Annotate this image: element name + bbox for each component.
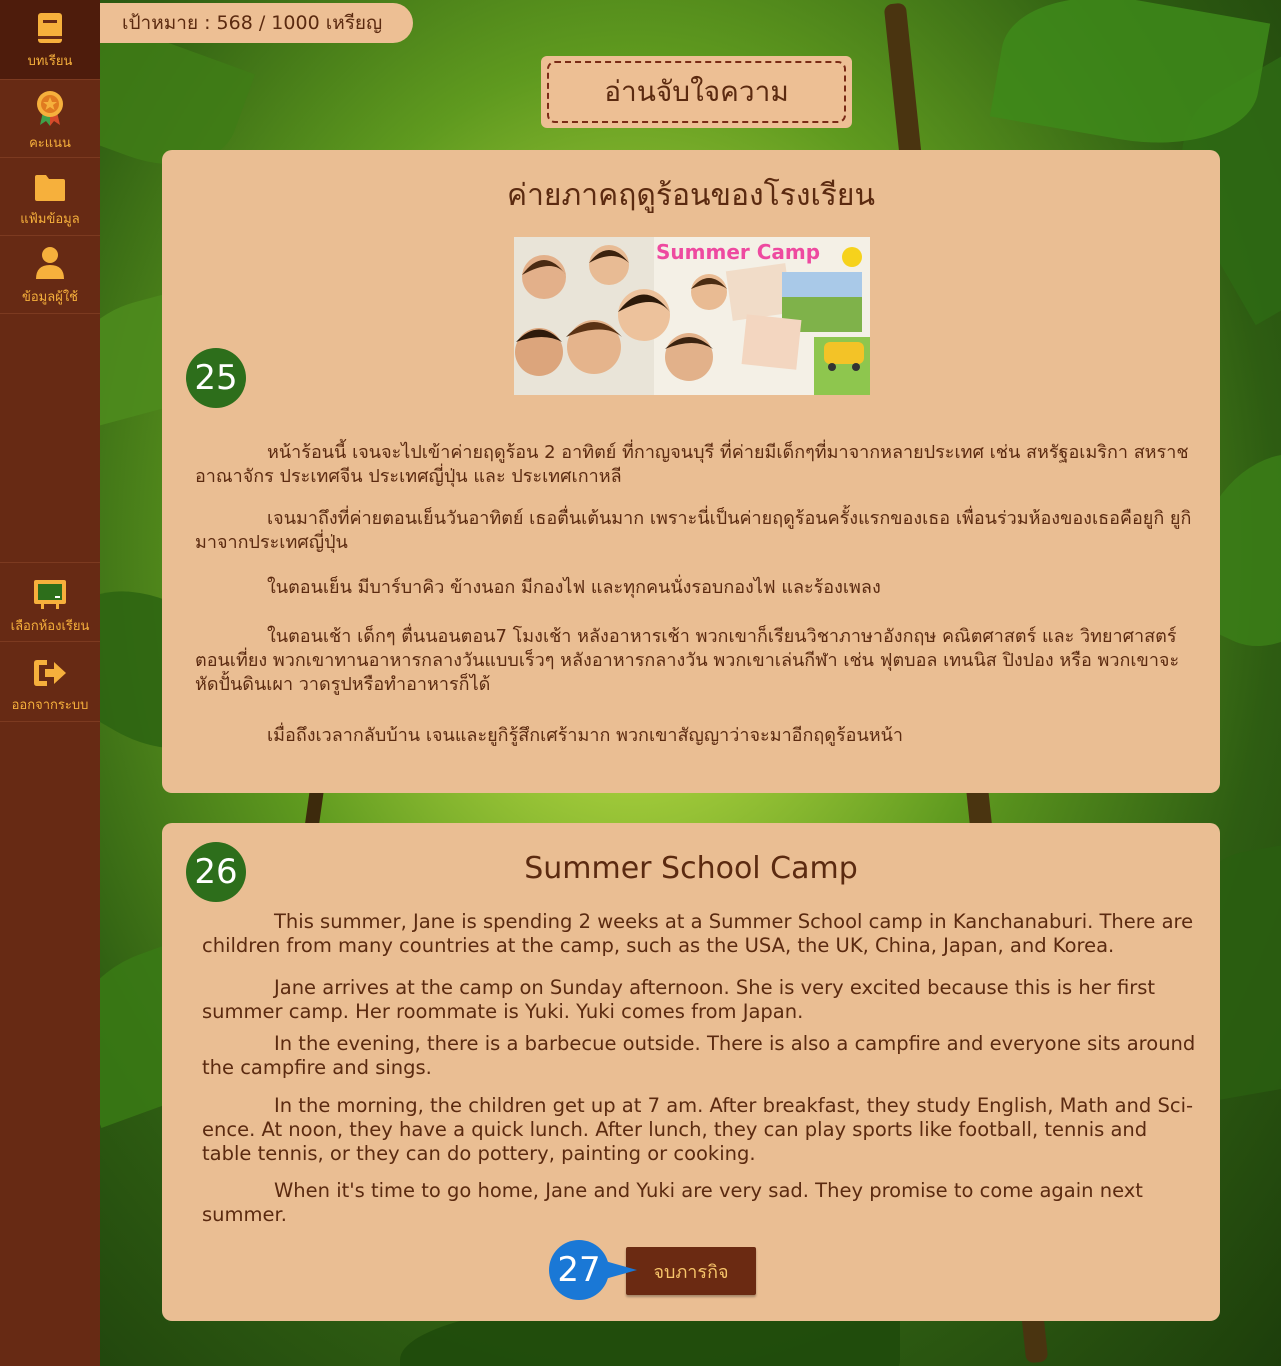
thai-paragraph: เมื่อถึงเวลากลับบ้าน เจนและยูกิรู้สึกเศร… [267, 725, 904, 746]
english-paragraph: In the morning, the children get up at 7… [202, 1094, 1194, 1165]
sidebar-item-profile[interactable]: ข้อมูลผู้ใช้ [0, 236, 100, 314]
english-paragraph: When it's time to go home, Jane and Yuki… [202, 1179, 1143, 1226]
sidebar-item-score[interactable]: คะแนน [0, 80, 100, 158]
sidebar: บทเรียน คะแนน แฟ้มข้อมูล ข้อมูลผู้ใช้ เล… [0, 0, 100, 1366]
logout-icon [34, 660, 66, 686]
sidebar-item-label: บทเรียน [27, 54, 73, 69]
classroom-board-icon [34, 580, 66, 609]
thai-paragraph: ในตอนเย็น มีบาร์บาคิว ข้างนอก มีกองไฟ แล… [267, 577, 881, 598]
sidebar-item-label: คะแนน [29, 136, 71, 151]
sidebar-item-label: ออกจากระบบ [11, 698, 89, 713]
thai-reading-title: ค่ายภาคฤดูร้อนของโรงเรียน [507, 178, 875, 213]
english-paragraph: In the evening, there is a barbecue outs… [202, 1032, 1196, 1079]
sidebar-item-select-classroom[interactable]: เลือกห้องเรียน [0, 562, 100, 642]
coin-goal-indicator: เป้าหมาย : 568 / 1000 เหรียญ [100, 3, 413, 43]
step-pointer-arrow [605, 1261, 637, 1279]
sidebar-item-lessons[interactable]: บทเรียน [0, 0, 100, 80]
sidebar-item-files[interactable]: แฟ้มข้อมูล [0, 158, 100, 236]
folder-icon [35, 175, 65, 201]
english-reading-title: Summer School Camp [524, 851, 858, 886]
english-reading-card: 26 Summer School Camp This summer, Jane … [162, 823, 1220, 1321]
thai-paragraph: ในตอนเช้า เด็กๆ ตื่นนอนตอน7 โมงเช้า หลัง… [195, 626, 1180, 695]
finish-mission-button[interactable]: จบภารกิจ [626, 1247, 756, 1295]
sidebar-item-logout[interactable]: ออกจากระบบ [0, 642, 100, 722]
sidebar-item-label: แฟ้มข้อมูล [20, 212, 80, 227]
thai-paragraph: หน้าร้อนนี้ เจนจะไปเข้าค่ายฤดูร้อน 2 อาท… [195, 442, 1189, 487]
question-number-badge: 25 [186, 348, 246, 408]
english-paragraph: Jane arrives at the camp on Sunday after… [202, 976, 1156, 1023]
thai-reading-card: 25 ค่ายภาคฤดูร้อนของโรงเรียน Summer Camp… [162, 150, 1220, 793]
photo-caption: Summer Camp [656, 240, 820, 264]
book-icon [38, 13, 62, 43]
medal-icon [37, 91, 63, 126]
thai-paragraph: เจนมาถึงที่ค่ายตอนเย็นวันอาทิตย์ เธอตื่น… [195, 508, 1192, 553]
user-icon [36, 247, 64, 279]
english-paragraph: This summer, Jane is spending 2 weeks at… [202, 910, 1194, 957]
step-number-badge: 27 [549, 1240, 609, 1300]
sidebar-item-label: ข้อมูลผู้ใช้ [21, 290, 79, 305]
section-title-plaque: อ่านจับใจความ [541, 56, 852, 128]
summer-camp-photo: Summer Camp [514, 237, 870, 395]
sidebar-item-label: เลือกห้องเรียน [10, 619, 90, 634]
page-title: อ่านจับใจความ [547, 61, 846, 123]
